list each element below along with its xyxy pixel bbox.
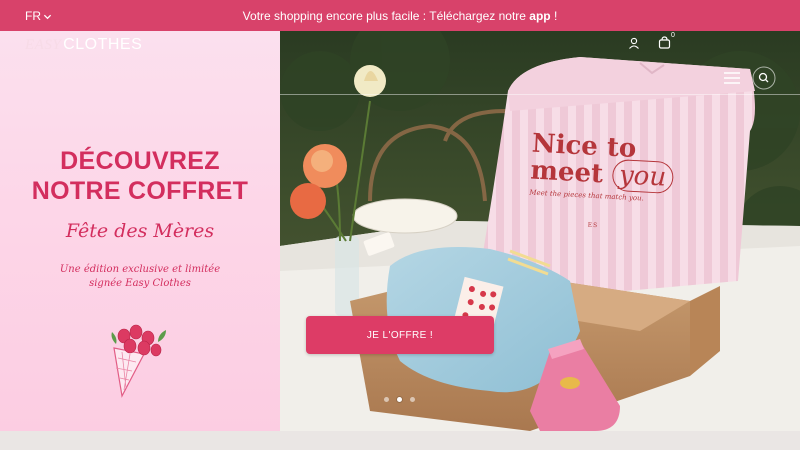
shopping-bag-icon[interactable] xyxy=(658,36,671,49)
site-logo[interactable]: EASY CLOTHES xyxy=(25,36,142,54)
page: FR Votre shopping encore plus facile : T… xyxy=(0,0,800,450)
promo-title-line2: NOTRE COFFRET xyxy=(31,177,249,205)
announcement-text[interactable]: Votre shopping encore plus facile : Télé… xyxy=(0,9,800,23)
carousel-dot-3[interactable] xyxy=(410,397,415,402)
cart-count-badge: 0 xyxy=(671,32,675,39)
search-icon[interactable] xyxy=(752,66,776,90)
announcement-text-end: ! xyxy=(550,9,558,23)
box-text-you: you xyxy=(611,158,674,195)
menu-icon[interactable] xyxy=(724,72,740,84)
announcement-bar: FR Votre shopping encore plus facile : T… xyxy=(0,0,800,31)
box-text-meet: meet xyxy=(529,155,604,190)
bouquet-illustration xyxy=(104,318,174,405)
hero-photo[interactable] xyxy=(280,31,800,431)
logo-prefix: EASY xyxy=(25,37,62,53)
header-divider xyxy=(280,94,800,95)
carousel-dot-2[interactable] xyxy=(397,397,402,402)
logo-main: CLOTHES xyxy=(63,36,143,53)
promo-desc-line2: signée Easy Clothes xyxy=(89,278,191,289)
announcement-app-link[interactable]: app xyxy=(529,9,550,23)
promo-description: Une édition exclusive et limitée signée … xyxy=(40,263,240,291)
announcement-text-start: Votre shopping encore plus facile : Télé… xyxy=(242,9,530,23)
promo-title: DÉCOUVREZ NOTRE COFFRET xyxy=(0,146,280,206)
offer-cta-button[interactable]: JE L'OFFRE ! xyxy=(306,316,494,354)
carousel-dot-1[interactable] xyxy=(384,397,389,402)
user-icon[interactable] xyxy=(628,37,640,49)
promo-title-line1: DÉCOUVREZ xyxy=(60,147,220,175)
carousel-dots xyxy=(384,397,415,402)
page-below-fold xyxy=(0,431,800,450)
promo-occasion: Fête des Mères xyxy=(65,220,215,242)
promo-desc-line1: Une édition exclusive et limitée xyxy=(59,264,221,275)
box-lid-print: Nice to meet you Meet the pieces that ma… xyxy=(528,129,703,235)
